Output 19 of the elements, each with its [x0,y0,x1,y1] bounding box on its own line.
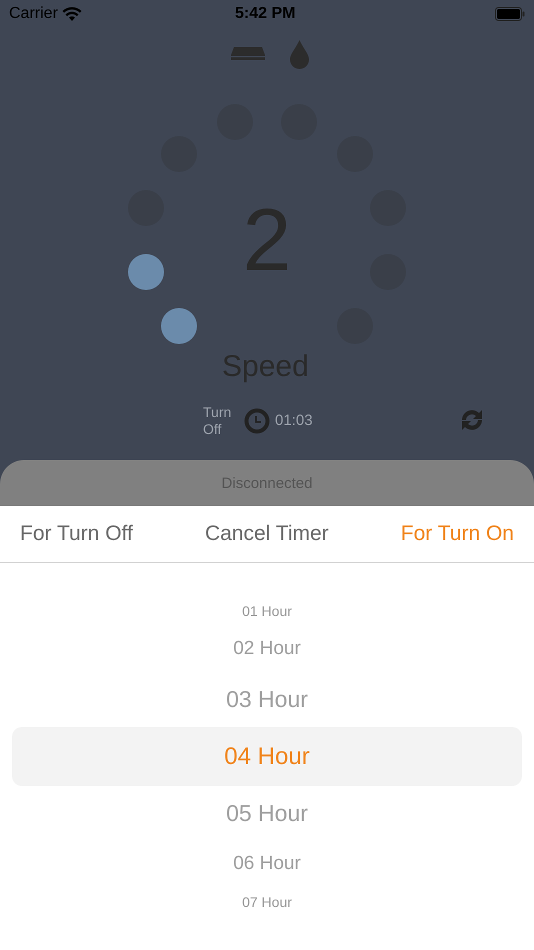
picker-option[interactable]: 04 Hour [224,727,310,786]
picker-option[interactable]: 06 Hour [233,841,301,887]
picker-option[interactable]: 01 Hour [242,596,292,626]
clock-time: 5:42 PM [235,4,296,24]
timer-tab[interactable]: For Turn Off [20,518,133,550]
heater-icon [231,47,265,60]
picker-option[interactable]: 05 Hour [226,786,308,841]
picker-option[interactable]: 02 Hour [233,626,301,672]
water-drop-icon [290,40,309,69]
picker-option[interactable]: 03 Hour [226,672,308,727]
timer-tab[interactable]: Cancel Timer [204,518,329,550]
wifi-icon [62,6,82,22]
timer-label: Turn Off [203,404,232,438]
timer-tab[interactable]: For Turn On [400,518,514,550]
clock-icon [244,408,270,434]
battery-icon [495,7,525,21]
picker-option[interactable]: 07 Hour [242,887,292,917]
carrier-label: Carrier [9,4,58,24]
timer-time: 01:03 [275,410,313,431]
